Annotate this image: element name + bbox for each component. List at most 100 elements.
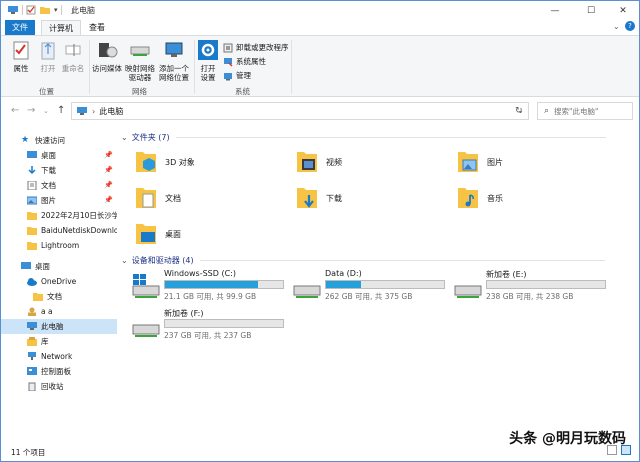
- system-properties-button[interactable]: 系统属性: [223, 56, 266, 67]
- folder-name: 图片: [487, 157, 503, 167]
- folder-item[interactable]: 文档: [135, 181, 285, 215]
- nav-label: 库: [41, 337, 49, 346]
- drive-item[interactable]: Windows-SSD (C:) 21.1 GB 可用, 共 99.9 GB: [131, 268, 289, 304]
- refresh-icon[interactable]: ↻: [515, 106, 523, 116]
- documents-folder-icon: [136, 188, 156, 208]
- uninstall-programs-button[interactable]: 卸载或更改程序: [223, 42, 289, 53]
- help-icon[interactable]: ?: [625, 21, 635, 31]
- map-network-drive-button[interactable]: 映射网络 驱动器: [123, 40, 157, 82]
- pin-icon[interactable]: 📌: [104, 196, 113, 204]
- access-media-button[interactable]: 访问媒体: [91, 40, 123, 73]
- folder-item[interactable]: 图片: [457, 145, 607, 179]
- folder-name: 文档: [165, 193, 181, 203]
- pin-icon[interactable]: 📌: [104, 181, 113, 189]
- nav-recycle-bin[interactable]: 回收站: [1, 379, 117, 394]
- folders-section-header[interactable]: ⌄ 文件夹 (7): [121, 132, 606, 143]
- search-icon: ⌕: [544, 106, 550, 116]
- drives-section-header[interactable]: ⌄ 设备和驱动器 (4): [121, 255, 605, 266]
- search-box[interactable]: ⌕ 搜索"此电脑": [537, 102, 633, 120]
- desktop-folder-icon: [136, 224, 156, 244]
- nav-item-desktop[interactable]: 桌面 📌: [1, 148, 117, 163]
- drive-size: 21.1 GB 可用, 共 99.9 GB: [164, 292, 257, 301]
- manage-label: 管理: [236, 71, 251, 80]
- close-button[interactable]: ✕: [607, 1, 639, 20]
- title-bar: ▾ 此电脑 — ☐ ✕: [1, 1, 639, 20]
- path-chevron-icon[interactable]: ›: [92, 107, 95, 116]
- nav-network[interactable]: Network: [1, 349, 117, 364]
- pin-icon[interactable]: 📌: [104, 151, 113, 159]
- nav-label: 控制面板: [41, 367, 71, 376]
- drives-header-label: 设备和驱动器 (4): [131, 256, 194, 265]
- nav-item-folder[interactable]: Lightroom: [1, 238, 117, 253]
- quick-access-toolbar: ▾: [7, 4, 65, 16]
- up-arrow-icon[interactable]: ↑: [57, 105, 65, 116]
- folder-item[interactable]: 桌面: [135, 217, 285, 251]
- nav-control-panel[interactable]: 控制面板: [1, 364, 117, 379]
- folder-item[interactable]: 音乐: [457, 181, 607, 215]
- videos-folder-icon: [297, 152, 317, 172]
- maximize-button[interactable]: ☐: [575, 1, 607, 20]
- open-settings-label: 打开: [200, 64, 216, 73]
- open-button[interactable]: 打开: [35, 40, 61, 73]
- nav-user[interactable]: a a: [1, 304, 117, 319]
- properties-check-icon[interactable]: [26, 5, 36, 15]
- tab-view[interactable]: 查看: [83, 20, 111, 35]
- drive-usage-fill: [326, 281, 362, 288]
- nav-label: 此电脑: [41, 322, 64, 331]
- nav-label: OneDrive: [41, 277, 77, 286]
- qa-dropdown-icon[interactable]: ▾: [54, 6, 58, 14]
- nav-item-folder[interactable]: BaiduNetdiskDownlo: [1, 223, 117, 238]
- downloads-folder-icon: [297, 188, 317, 208]
- forward-arrow-icon[interactable]: →: [27, 105, 35, 116]
- ribbon: 属性 打开 重命名 位置 访问媒体 映射网络 驱动器 添加一个 网络位置 网络: [1, 35, 639, 97]
- minimize-button[interactable]: —: [539, 1, 571, 20]
- path-segment[interactable]: 此电脑: [99, 106, 123, 117]
- search-placeholder: 搜索"此电脑": [554, 106, 599, 116]
- nav-desktop-root[interactable]: 桌面: [1, 259, 117, 274]
- folder-item[interactable]: 下载: [296, 181, 446, 215]
- nav-item-folder[interactable]: 2022年2月10日长沙学: [1, 208, 117, 223]
- new-folder-icon[interactable]: [39, 5, 51, 15]
- chevron-down-icon[interactable]: ⌄: [121, 133, 128, 142]
- nav-item-pictures[interactable]: 图片 📌: [1, 193, 117, 208]
- nav-quick-access[interactable]: ★ 快速访问: [1, 133, 117, 148]
- rename-icon: [65, 44, 81, 56]
- drive-icon: [132, 324, 160, 337]
- drive-item[interactable]: Data (D:) 262 GB 可用, 共 375 GB: [292, 268, 450, 304]
- 3d-objects-folder-icon: [136, 152, 156, 172]
- chevron-down-icon[interactable]: ⌄: [121, 256, 128, 265]
- nav-onedrive[interactable]: OneDrive: [1, 274, 117, 289]
- address-path-box[interactable]: › 此电脑 ⌄: [71, 102, 529, 120]
- system-properties-icon: [224, 57, 233, 67]
- group-network-label: 网络: [132, 87, 147, 96]
- back-arrow-icon[interactable]: ←: [11, 105, 19, 116]
- rename-button[interactable]: 重命名: [59, 40, 87, 73]
- nav-item-documents[interactable]: 文档 📌: [1, 178, 117, 193]
- system-properties-label: 系统属性: [236, 57, 266, 66]
- manage-icon: [224, 72, 232, 80]
- folder-item[interactable]: 视频: [296, 145, 446, 179]
- ribbon-expand-icon[interactable]: ⌄: [613, 22, 620, 31]
- folder-name: 3D 对象: [165, 157, 195, 167]
- open-icon: [41, 42, 55, 60]
- open-settings-button[interactable]: 打开 设置: [196, 40, 220, 82]
- manage-button[interactable]: 管理: [223, 70, 251, 81]
- nav-item-downloads[interactable]: 下载 📌: [1, 163, 117, 178]
- this-pc-icon: [77, 107, 87, 115]
- folders-header-label: 文件夹 (7): [131, 133, 170, 142]
- folder-icon: [27, 242, 37, 250]
- folder-item[interactable]: 3D 对象: [135, 145, 285, 179]
- drive-item[interactable]: 新加卷 (E:) 238 GB 可用, 共 238 GB: [453, 268, 611, 304]
- add-network-location-button[interactable]: 添加一个 网络位置: [157, 40, 191, 82]
- tab-computer[interactable]: 计算机: [41, 20, 81, 35]
- uninstall-icon: [223, 43, 233, 52]
- nav-this-pc[interactable]: 此电脑: [1, 319, 117, 334]
- pin-icon[interactable]: 📌: [104, 166, 113, 174]
- nav-onedrive-docs[interactable]: 文档: [1, 289, 117, 304]
- drive-item[interactable]: 新加卷 (F:) 237 GB 可用, 共 237 GB: [131, 307, 289, 343]
- tab-file[interactable]: 文件: [5, 20, 35, 35]
- ribbon-tabs: 文件 计算机 查看 ⌄ ?: [1, 20, 639, 35]
- nav-library[interactable]: 库: [1, 334, 117, 349]
- recent-locations-icon[interactable]: ⌄: [43, 107, 49, 115]
- properties-button[interactable]: 属性: [7, 40, 35, 73]
